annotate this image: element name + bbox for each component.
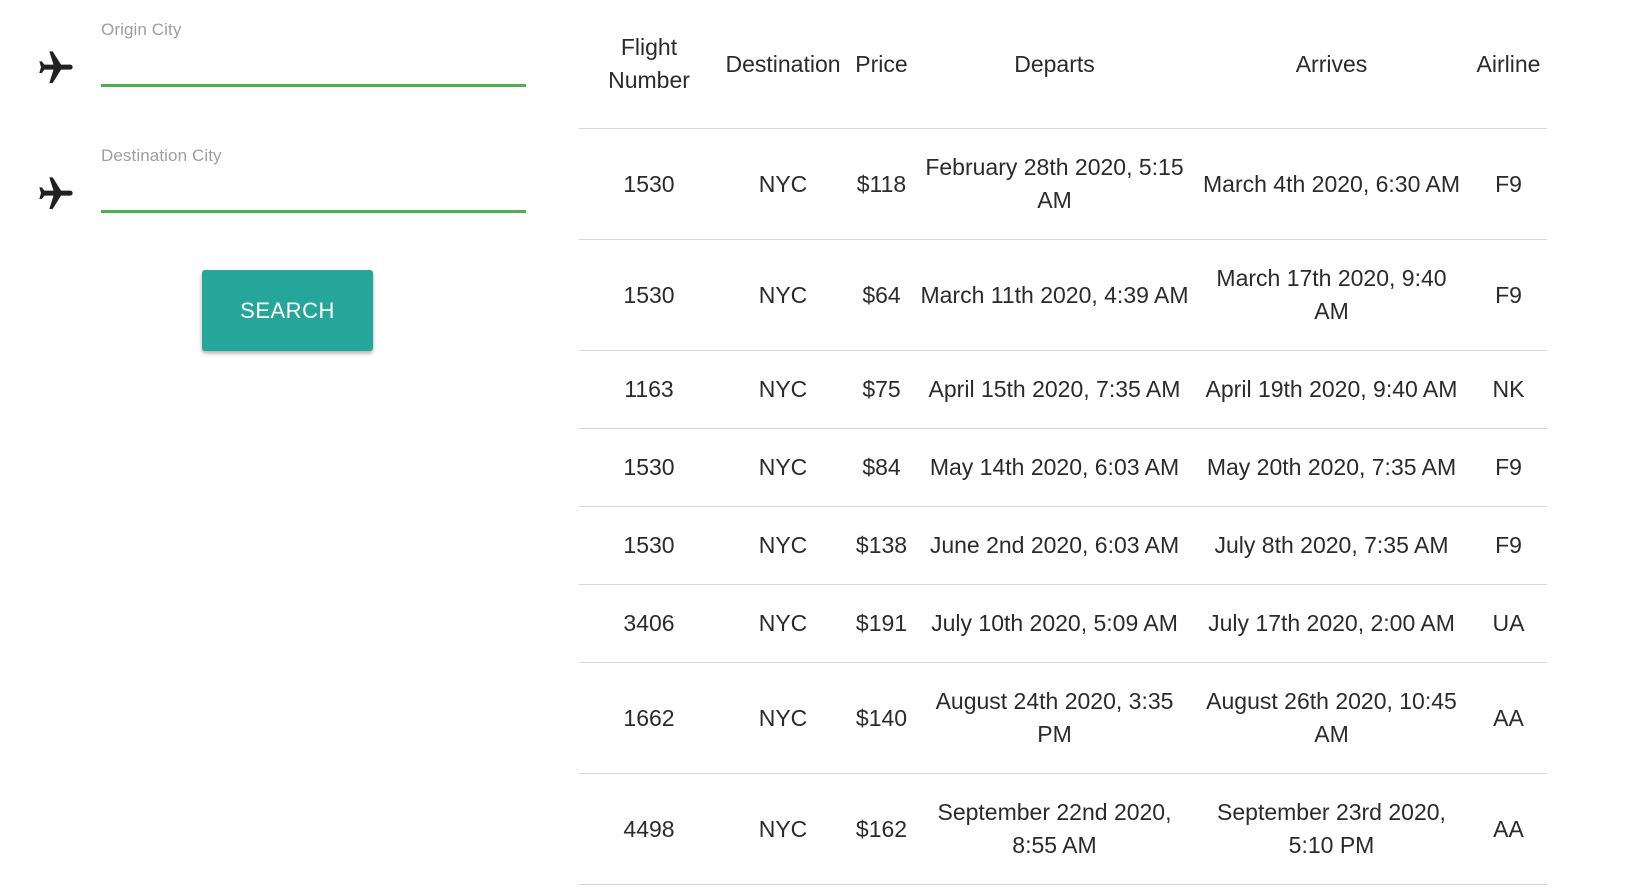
table-row: 4498 NYC $162 September 22nd 2020, 8:55 …: [579, 773, 1547, 885]
cell-arrives: April 19th 2020, 9:40 AM: [1193, 350, 1470, 429]
header-departs: Departs: [916, 0, 1193, 129]
table-row: 1530 NYC $118 February 28th 2020, 5:15 A…: [579, 128, 1547, 240]
cell-price: $140: [847, 662, 916, 774]
origin-city-label: Origin City: [101, 20, 182, 39]
cell-departs: March 11th 2020, 4:39 AM: [916, 239, 1193, 351]
airplane-icon: [36, 174, 76, 214]
cell-airline: UA: [1470, 584, 1547, 663]
header-arrives: Arrives: [1193, 0, 1470, 129]
flights-table: Flight Number Destination Price Departs …: [579, 0, 1547, 885]
cell-arrives: September 23rd 2020, 5:10 PM: [1193, 773, 1470, 885]
cell-flight-number: 1530: [579, 128, 719, 240]
search-panel: Origin City Destination City SEARCH: [0, 0, 540, 893]
cell-airline: NK: [1470, 350, 1547, 429]
cell-airline: AA: [1470, 773, 1547, 885]
cell-price: $84: [847, 428, 916, 507]
cell-destination: NYC: [719, 773, 847, 885]
destination-city-field: Destination City: [30, 146, 530, 226]
cell-arrives: March 4th 2020, 6:30 AM: [1193, 128, 1470, 240]
table-row: 1530 NYC $64 March 11th 2020, 4:39 AM Ma…: [579, 239, 1547, 351]
cell-price: $162: [847, 773, 916, 885]
cell-arrives: March 17th 2020, 9:40 AM: [1193, 239, 1470, 351]
cell-departs: July 10th 2020, 5:09 AM: [916, 584, 1193, 663]
table-row: 1530 NYC $84 May 14th 2020, 6:03 AM May …: [579, 428, 1547, 507]
destination-city-input[interactable]: [101, 170, 526, 213]
cell-price: $191: [847, 584, 916, 663]
cell-destination: NYC: [719, 128, 847, 240]
cell-departs: September 22nd 2020, 8:55 AM: [916, 773, 1193, 885]
cell-airline: F9: [1470, 428, 1547, 507]
cell-arrives: July 17th 2020, 2:00 AM: [1193, 584, 1470, 663]
cell-departs: August 24th 2020, 3:35 PM: [916, 662, 1193, 774]
origin-city-field: Origin City: [30, 20, 530, 100]
cell-destination: NYC: [719, 350, 847, 429]
table-row: 3406 NYC $191 July 10th 2020, 5:09 AM Ju…: [579, 584, 1547, 663]
cell-airline: F9: [1470, 239, 1547, 351]
cell-airline: F9: [1470, 506, 1547, 585]
header-airline: Airline: [1470, 0, 1547, 129]
table-row: 1163 NYC $75 April 15th 2020, 7:35 AM Ap…: [579, 350, 1547, 429]
cell-arrives: July 8th 2020, 7:35 AM: [1193, 506, 1470, 585]
cell-departs: February 28th 2020, 5:15 AM: [916, 128, 1193, 240]
header-price: Price: [847, 0, 916, 129]
cell-arrives: May 20th 2020, 7:35 AM: [1193, 428, 1470, 507]
table-row: 1662 NYC $140 August 24th 2020, 3:35 PM …: [579, 662, 1547, 774]
cell-flight-number: 4498: [579, 773, 719, 885]
cell-arrives: August 26th 2020, 10:45 AM: [1193, 662, 1470, 774]
cell-flight-number: 1662: [579, 662, 719, 774]
flight-search-page: Origin City Destination City SEARCH Flig…: [0, 0, 1647, 893]
search-button[interactable]: SEARCH: [202, 270, 373, 351]
cell-price: $75: [847, 350, 916, 429]
header-destination: Destination: [719, 0, 847, 129]
cell-airline: AA: [1470, 662, 1547, 774]
cell-flight-number: 1530: [579, 506, 719, 585]
origin-city-input[interactable]: [101, 44, 526, 87]
cell-departs: June 2nd 2020, 6:03 AM: [916, 506, 1193, 585]
cell-price: $138: [847, 506, 916, 585]
cell-flight-number: 1530: [579, 239, 719, 351]
cell-departs: May 14th 2020, 6:03 AM: [916, 428, 1193, 507]
cell-airline: F9: [1470, 128, 1547, 240]
cell-destination: NYC: [719, 428, 847, 507]
airplane-icon: [36, 48, 76, 88]
table-row: 1530 NYC $138 June 2nd 2020, 6:03 AM Jul…: [579, 506, 1547, 585]
cell-flight-number: 1163: [579, 350, 719, 429]
table-header-row: Flight Number Destination Price Departs …: [579, 0, 1547, 129]
destination-city-label: Destination City: [101, 146, 222, 165]
cell-departs: April 15th 2020, 7:35 AM: [916, 350, 1193, 429]
cell-price: $118: [847, 128, 916, 240]
header-flight-number: Flight Number: [579, 0, 719, 129]
cell-price: $64: [847, 239, 916, 351]
cell-flight-number: 1530: [579, 428, 719, 507]
cell-destination: NYC: [719, 506, 847, 585]
cell-destination: NYC: [719, 662, 847, 774]
cell-destination: NYC: [719, 239, 847, 351]
cell-destination: NYC: [719, 584, 847, 663]
cell-flight-number: 3406: [579, 584, 719, 663]
